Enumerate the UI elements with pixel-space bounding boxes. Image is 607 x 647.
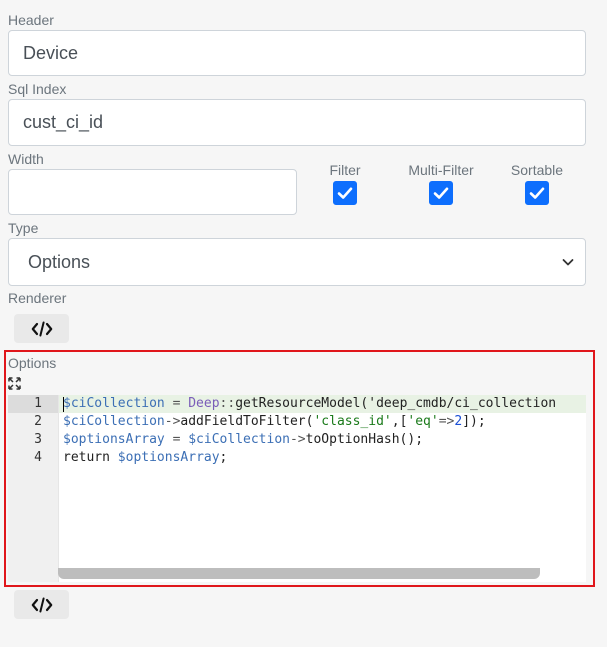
code-line[interactable]: $optionsArray = $ciCollection->toOptionH… [59,431,586,449]
width-label: Width [8,151,44,167]
filter-label: Filter [329,162,361,178]
filter-checkbox[interactable] [333,181,357,205]
sortable-group: Sortable [492,162,582,205]
renderer-code-button[interactable] [14,314,69,343]
line-number: 4 [34,450,42,465]
type-label: Type [8,220,39,236]
filter-group: Filter [300,162,390,205]
code-line[interactable]: $ciCollection = Deep::getResourceModel('… [59,395,586,413]
type-select-value: Options [28,251,91,272]
chevron-down-icon [562,259,574,266]
header-input[interactable]: Device [8,30,586,76]
options-label: Options [8,355,57,371]
multi-filter-checkbox[interactable] [429,181,453,205]
check-icon [433,187,449,199]
line-number: 2 [34,414,42,429]
check-icon [337,187,353,199]
line-number: 1 [8,395,58,413]
sql-index-label: Sql Index [8,81,67,97]
line-number: 3 [34,432,42,447]
editor-code-area[interactable]: $ciCollection = Deep::getResourceModel('… [59,395,586,582]
header-label: Header [8,12,54,28]
multi-filter-label: Multi-Filter [408,162,474,178]
type-select[interactable]: Options [8,238,586,286]
expand-icon[interactable] [8,377,21,390]
sql-index-input[interactable]: cust_ci_id [8,99,586,146]
code-editor[interactable]: 1 2 3 4 $ciCollection = Deep::getResourc… [8,395,586,582]
check-icon [529,187,545,199]
width-input[interactable] [8,169,297,215]
text-cursor [63,397,64,412]
renderer-label: Renderer [8,290,67,306]
code-icon [31,597,52,612]
code-icon [31,321,52,336]
sortable-label: Sortable [510,162,564,178]
options-code-button[interactable] [14,590,69,619]
multi-filter-group: Multi-Filter [396,162,486,205]
editor-gutter: 1 2 3 4 [8,395,59,582]
sortable-checkbox[interactable] [525,181,549,205]
code-line[interactable]: $ciCollection->addFieldToFilter('class_i… [59,413,586,431]
code-line[interactable]: return $optionsArray; [59,449,586,467]
editor-horizontal-scrollbar[interactable] [58,568,540,579]
